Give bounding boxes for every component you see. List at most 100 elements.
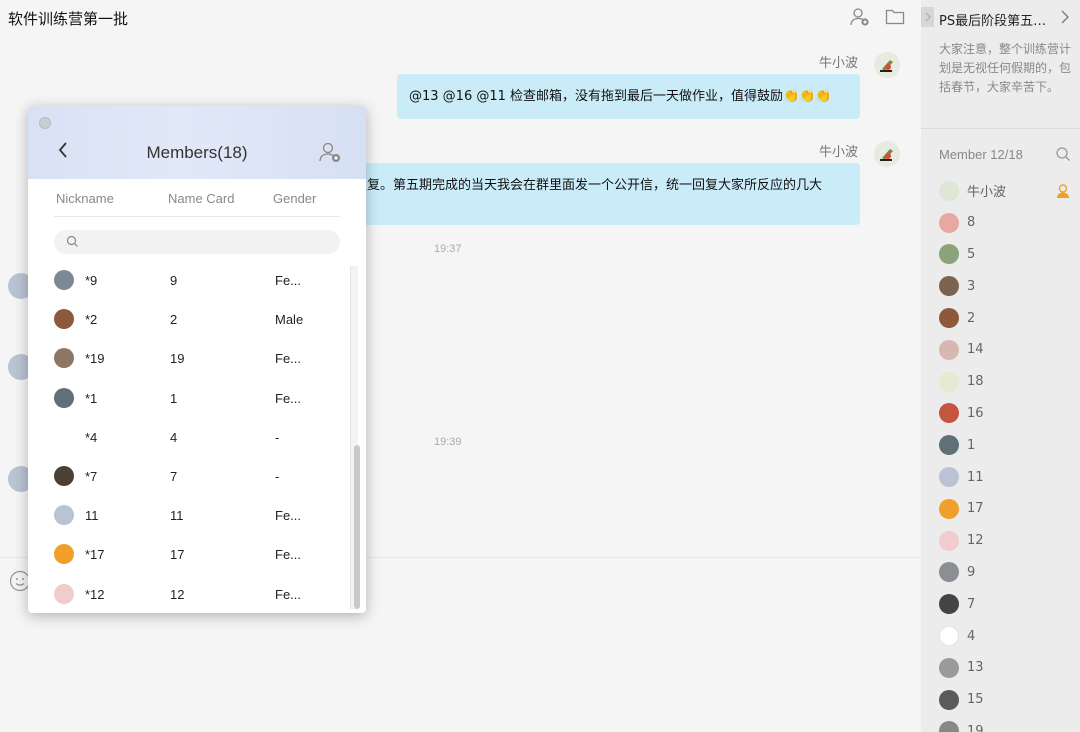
gender-cell: Fe... bbox=[275, 351, 302, 367]
table-row[interactable]: *4 4 - bbox=[28, 417, 352, 456]
message-bubble[interactable]: 复。第五期完成的当天我会在群里面发一个公开信，统一回复大家所反应的几大 bbox=[340, 163, 860, 225]
sidebar-member-item[interactable]: 19 bbox=[939, 716, 1079, 732]
member-avatar bbox=[54, 309, 74, 330]
member-name: 13 bbox=[967, 660, 984, 676]
group-announcement-title: PS最后阶段第五… bbox=[939, 14, 1047, 29]
gender-cell: Fe... bbox=[275, 508, 302, 524]
sidebar-header[interactable]: PS最后阶段第五… bbox=[921, 0, 1080, 36]
member-avatar bbox=[939, 498, 959, 519]
add-member-button[interactable] bbox=[318, 140, 342, 164]
member-avatar bbox=[939, 689, 959, 710]
folder-icon[interactable] bbox=[884, 6, 906, 28]
member-avatar bbox=[54, 465, 74, 486]
nickname-cell: 11 bbox=[85, 508, 99, 524]
nickname-cell: *7 bbox=[85, 468, 98, 484]
sidebar-member-item[interactable]: 14 bbox=[939, 334, 1079, 366]
namecard-cell: 4 bbox=[170, 429, 178, 445]
gender-cell: - bbox=[275, 429, 280, 445]
member-avatar bbox=[939, 212, 959, 233]
owner-badge-icon bbox=[1055, 183, 1071, 204]
chat-title: 软件训练营第一批 bbox=[8, 10, 129, 28]
member-avatar bbox=[54, 387, 74, 408]
member-search[interactable] bbox=[54, 230, 340, 254]
table-row[interactable]: *17 17 Fe... bbox=[28, 534, 352, 573]
table-row[interactable]: *19 19 Fe... bbox=[28, 338, 352, 377]
namecard-cell: 1 bbox=[170, 390, 178, 406]
header-divider bbox=[54, 216, 340, 217]
namecard-cell: 11 bbox=[170, 508, 184, 524]
member-name: 5 bbox=[967, 246, 976, 262]
table-row[interactable]: *12 12 Fe... bbox=[28, 574, 352, 613]
search-icon bbox=[66, 235, 79, 253]
namecard-cell: 17 bbox=[170, 547, 185, 563]
timestamp: 19:37 bbox=[434, 243, 462, 255]
sidebar-member-item[interactable]: 4 bbox=[939, 620, 1079, 652]
member-name: 8 bbox=[967, 215, 976, 231]
sender-avatar[interactable] bbox=[874, 52, 900, 78]
member-avatar bbox=[939, 594, 959, 615]
sidebar-member-item[interactable]: 3 bbox=[939, 270, 1079, 302]
member-avatar bbox=[939, 626, 959, 647]
sidebar-member-item[interactable]: 8 bbox=[939, 207, 1079, 239]
table-row[interactable]: *7 7 - bbox=[28, 456, 352, 495]
member-avatar bbox=[54, 505, 74, 526]
sidebar-member-item[interactable]: 18 bbox=[939, 366, 1079, 398]
chevron-right-icon[interactable] bbox=[1060, 10, 1070, 29]
sidebar-member-item[interactable]: 7 bbox=[939, 588, 1079, 620]
table-row[interactable]: *2 2 Male bbox=[28, 299, 352, 338]
member-avatar bbox=[939, 435, 959, 456]
gender-cell: Fe... bbox=[275, 586, 302, 602]
sidebar-member-item[interactable]: 9 bbox=[939, 557, 1079, 589]
member-name: 12 bbox=[967, 533, 984, 549]
member-name: 16 bbox=[967, 405, 984, 421]
sidebar-member-item[interactable]: 15 bbox=[939, 684, 1079, 716]
table-row[interactable]: *1 1 Fe... bbox=[28, 378, 352, 417]
sidebar-member-item[interactable]: 2 bbox=[939, 302, 1079, 334]
sidebar-member-item[interactable]: 17 bbox=[939, 493, 1079, 525]
sidebar-member-item[interactable]: 12 bbox=[939, 525, 1079, 557]
sidebar-member-item[interactable]: 16 bbox=[939, 398, 1079, 430]
member-name: 7 bbox=[967, 596, 976, 612]
namecard-cell: 9 bbox=[170, 273, 178, 288]
namecard-cell: 7 bbox=[170, 468, 178, 484]
close-dot[interactable] bbox=[39, 117, 51, 129]
sidebar-member-item[interactable]: 13 bbox=[939, 652, 1079, 684]
member-name: 14 bbox=[967, 342, 984, 358]
sidebar-divider bbox=[921, 128, 1080, 129]
nickname-cell: *12 bbox=[85, 586, 105, 602]
sidebar-member-item[interactable]: 牛小波 bbox=[939, 175, 1079, 207]
add-member-icon[interactable] bbox=[849, 6, 871, 28]
member-name: 17 bbox=[967, 501, 984, 517]
timestamp: 19:39 bbox=[434, 436, 462, 448]
sender-avatar[interactable] bbox=[874, 141, 900, 167]
table-row[interactable]: *9 9 Fe... bbox=[28, 260, 352, 299]
table-row[interactable]: 11 11 Fe... bbox=[28, 495, 352, 534]
search-input[interactable] bbox=[84, 232, 324, 252]
collapse-handle[interactable] bbox=[921, 7, 934, 27]
sidebar-member-item[interactable]: 11 bbox=[939, 461, 1079, 493]
column-header-gender[interactable]: Gender bbox=[273, 191, 316, 206]
member-list: 牛小波 8 5 3 2 14 18 16 1 11 17 12 9 7 4 13 15 19 bbox=[939, 175, 1079, 732]
sidebar-member-item[interactable]: 5 bbox=[939, 239, 1079, 271]
member-name: 15 bbox=[967, 692, 984, 708]
nickname-cell: *2 bbox=[85, 312, 98, 328]
nickname-cell: *1 bbox=[85, 390, 98, 406]
member-table: *9 9 Fe... *2 2 Male *19 19 Fe... *1 1 Fe... *4 4 - *7 7… bbox=[28, 260, 352, 613]
message-bubble[interactable]: @13 @16 @11 检查邮箱，没有拖到最后一天做作业，值得鼓励👏👏👏 bbox=[397, 74, 860, 119]
search-icon[interactable] bbox=[1055, 146, 1071, 167]
member-name: 1 bbox=[967, 437, 976, 453]
column-header-nickname[interactable]: Nickname bbox=[56, 191, 114, 206]
member-avatar bbox=[939, 371, 959, 392]
member-avatar bbox=[939, 180, 959, 201]
sidebar-member-item[interactable]: 1 bbox=[939, 429, 1079, 461]
popup-title: Members(18) bbox=[146, 143, 248, 162]
scrollbar-thumb[interactable] bbox=[354, 445, 360, 609]
member-avatar bbox=[54, 348, 74, 369]
message-sender: 牛小波 bbox=[819, 56, 859, 71]
member-name: 3 bbox=[967, 278, 976, 294]
member-name: 11 bbox=[967, 469, 984, 485]
column-header-namecard[interactable]: Name Card bbox=[168, 191, 234, 206]
member-count: Member 12/18 bbox=[939, 147, 1023, 162]
gender-cell: Male bbox=[275, 312, 304, 328]
member-avatar bbox=[939, 657, 959, 678]
